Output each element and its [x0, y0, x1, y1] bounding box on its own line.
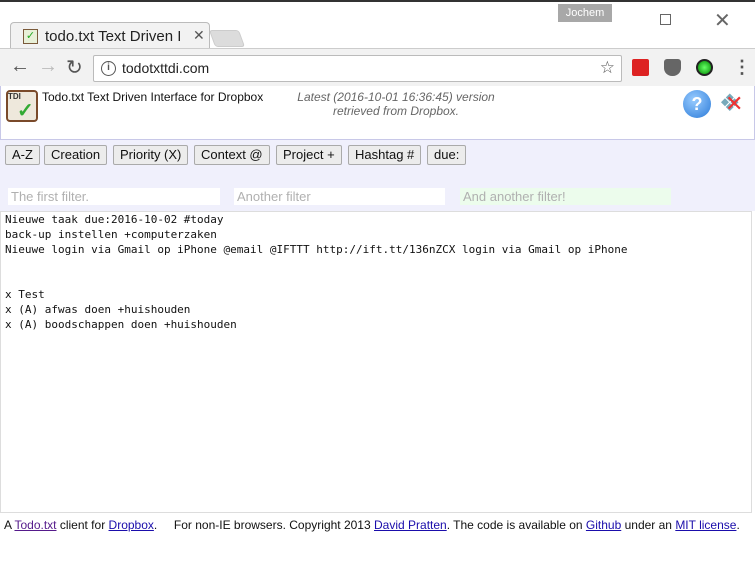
- profile-badge[interactable]: Jochem: [558, 4, 612, 22]
- green-dot-icon[interactable]: [696, 59, 713, 76]
- dropbox-disconnect-icon[interactable]: ❖ ✕: [719, 90, 743, 118]
- reload-icon[interactable]: ↻: [66, 55, 83, 80]
- tab-title: todo.txt Text Driven Interface for Dropb…: [45, 28, 180, 45]
- menu-icon[interactable]: ⋮: [733, 57, 751, 78]
- window-close-icon[interactable]: ✕: [714, 8, 731, 33]
- sort-priority-button[interactable]: Priority (X): [113, 145, 189, 165]
- pocket-icon[interactable]: [664, 59, 681, 76]
- tdi-favicon-icon: ✓: [23, 29, 38, 44]
- browser-tab[interactable]: ✓ todo.txt Text Driven Interface for Dro…: [10, 22, 210, 50]
- version-info: Latest (2016-10-01 16:36:45) version ret…: [297, 90, 495, 118]
- sort-hashtag-button[interactable]: Hashtag #: [348, 145, 422, 165]
- sort-creation-button[interactable]: Creation: [44, 145, 108, 165]
- address-bar[interactable]: i todotxttdi.com ☆: [93, 55, 622, 82]
- controls-panel: A-Z Creation Priority (X) Context @ Proj…: [0, 140, 755, 211]
- filter-input-2[interactable]: [234, 188, 445, 205]
- help-icon[interactable]: ?: [683, 90, 711, 118]
- tab-close-icon[interactable]: ✕: [193, 27, 205, 44]
- tab-bar: Jochem ✓ todo.txt Text Driven Interface …: [0, 0, 755, 50]
- new-tab-button[interactable]: [208, 30, 246, 47]
- maximize-icon[interactable]: [660, 14, 671, 25]
- mit-license-link[interactable]: MIT license: [675, 518, 736, 532]
- github-link[interactable]: Github: [586, 518, 621, 532]
- browser-toolbar: ← → ↻ i todotxttdi.com ☆ ⋮: [0, 48, 755, 86]
- todo-textarea[interactable]: Nieuwe taak due:2016-10-02 #today back-u…: [0, 211, 752, 513]
- dropbox-link[interactable]: Dropbox: [109, 518, 154, 532]
- footer: A Todo.txt client for Dropbox. For non-I…: [4, 518, 740, 532]
- filter-input-3[interactable]: [460, 188, 671, 205]
- app-title: Todo.txt Text Driven Interface for Dropb…: [42, 90, 264, 104]
- sort-project-button[interactable]: Project +: [276, 145, 342, 165]
- forward-icon[interactable]: →: [38, 55, 58, 78]
- todotxt-link[interactable]: Todo.txt: [14, 518, 56, 532]
- david-pratten-link[interactable]: David Pratten: [374, 518, 447, 532]
- star-icon[interactable]: ☆: [600, 58, 615, 78]
- url-text: todotxttdi.com: [122, 60, 210, 76]
- tdi-logo: TDI ✓: [6, 90, 38, 122]
- lastpass-icon[interactable]: [632, 59, 649, 76]
- app-header: TDI ✓ Todo.txt Text Driven Interface for …: [0, 86, 755, 140]
- info-icon[interactable]: i: [101, 61, 116, 76]
- back-icon[interactable]: ←: [10, 55, 30, 78]
- filter-input-1[interactable]: [8, 188, 220, 205]
- sort-context-button[interactable]: Context @: [194, 145, 270, 165]
- sort-due-button[interactable]: due:: [427, 145, 467, 165]
- sort-az-button[interactable]: A-Z: [5, 145, 40, 165]
